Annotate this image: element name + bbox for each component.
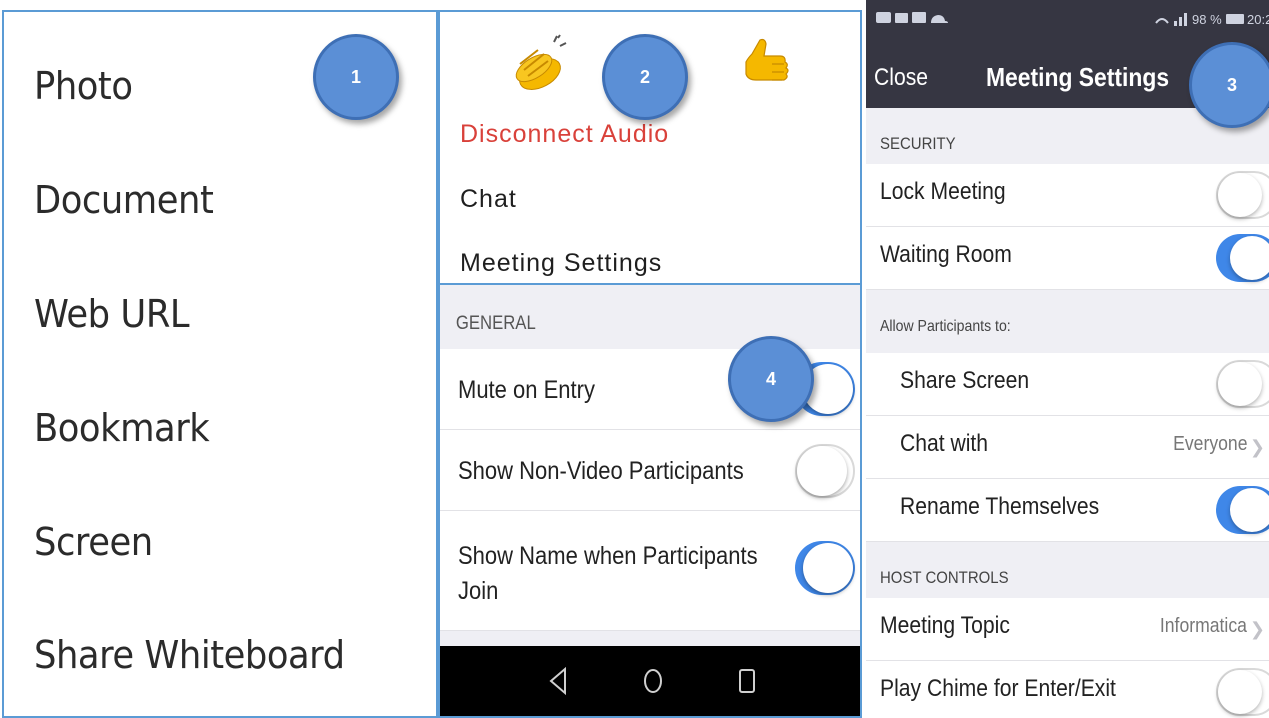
- thumbs-up-icon[interactable]: [732, 34, 792, 94]
- setting-label: Share Screen: [900, 367, 1030, 394]
- setting-label: Waiting Room: [880, 241, 1012, 268]
- callout-marker-4: 4: [728, 336, 814, 422]
- share-screen-toggle[interactable]: [1216, 360, 1269, 408]
- toggle-knob: [803, 543, 853, 593]
- battery-percentage: 98 %: [1192, 12, 1222, 27]
- share-bookmark-item[interactable]: Bookmark: [34, 406, 210, 450]
- close-button[interactable]: Close: [874, 64, 928, 92]
- allow-participants-header: Allow Participants to:: [880, 318, 1011, 335]
- chat-menu-item[interactable]: Chat: [460, 185, 517, 214]
- status-bar: 98 % 20:2: [866, 0, 1269, 40]
- setting-label: Rename Themselves: [900, 493, 1100, 520]
- share-whiteboard-item[interactable]: Share Whiteboard: [34, 633, 345, 677]
- setting-label-line1: Show Name when Participants: [458, 542, 758, 570]
- clapping-hands-icon[interactable]: [510, 34, 570, 94]
- toggle-knob: [797, 446, 847, 496]
- show-non-video-participants-toggle[interactable]: [795, 444, 855, 498]
- chat-with-value: Everyone: [1172, 433, 1247, 455]
- notification-icons: [876, 12, 948, 23]
- play-chime-toggle[interactable]: [1216, 668, 1269, 716]
- home-circle-icon[interactable]: [642, 666, 664, 696]
- setting-row-lock-meeting: Lock Meeting: [866, 164, 1269, 227]
- setting-label: Chat with: [900, 430, 989, 457]
- recents-square-icon[interactable]: [737, 666, 757, 696]
- signal-icon: [1155, 13, 1187, 26]
- toggle-knob: [1218, 670, 1262, 714]
- chevron-right-icon: ❯: [1249, 619, 1265, 639]
- setting-row-rename-themselves: Rename Themselves: [866, 479, 1269, 542]
- share-web-url-item[interactable]: Web URL: [34, 292, 190, 336]
- setting-row-meeting-topic[interactable]: Meeting Topic Informatica ❯: [866, 598, 1269, 661]
- setting-label: Meeting Topic: [880, 612, 1010, 639]
- toggle-knob: [1218, 173, 1262, 217]
- chevron-right-icon: ❯: [1249, 437, 1265, 457]
- setting-label: Play Chime for Enter/Exit: [880, 675, 1116, 702]
- share-photo-item[interactable]: Photo: [34, 64, 133, 108]
- setting-row-show-non-video: Show Non-Video Participants: [440, 430, 860, 511]
- disconnect-audio-item[interactable]: Disconnect Audio: [460, 120, 669, 149]
- setting-label: Mute on Entry: [458, 376, 595, 404]
- waiting-room-toggle[interactable]: [1216, 234, 1269, 282]
- android-navigation-bar: [440, 646, 860, 716]
- lock-meeting-toggle[interactable]: [1216, 171, 1269, 219]
- battery-icon: [1226, 14, 1244, 24]
- toggle-knob: [1218, 362, 1262, 406]
- callout-marker-3: 3: [1189, 42, 1269, 128]
- back-triangle-icon[interactable]: [548, 666, 568, 696]
- setting-label: Show Non-Video Participants: [458, 457, 744, 485]
- host-controls-section-header: HOST CONTROLS: [880, 568, 1009, 587]
- setting-row-waiting-room: Waiting Room: [866, 227, 1269, 290]
- toggle-knob: [1230, 236, 1269, 280]
- meeting-settings-menu-item[interactable]: Meeting Settings: [460, 249, 662, 278]
- general-section-header: GENERAL: [455, 313, 536, 334]
- clock-time: 20:2: [1247, 12, 1269, 27]
- callout-marker-2: 2: [602, 34, 688, 120]
- share-document-item[interactable]: Document: [34, 178, 214, 222]
- security-section-header: SECURITY: [880, 134, 956, 153]
- callout-marker-1: 1: [313, 34, 399, 120]
- setting-row-play-chime: Play Chime for Enter/Exit: [866, 661, 1269, 718]
- setting-row-show-name-on-join: Show Name when Participants Join: [440, 511, 860, 631]
- setting-label: Lock Meeting: [880, 178, 1006, 205]
- setting-row-share-screen: Share Screen: [866, 353, 1269, 416]
- share-screen-item[interactable]: Screen: [34, 520, 153, 564]
- page-title: Meeting Settings: [986, 62, 1170, 92]
- rename-themselves-toggle[interactable]: [1216, 486, 1269, 534]
- meeting-topic-value: Informatica: [1159, 615, 1247, 637]
- show-name-when-join-toggle[interactable]: [795, 541, 855, 595]
- setting-label-line2: Join: [458, 577, 499, 605]
- toggle-knob: [1230, 488, 1269, 532]
- setting-row-chat-with[interactable]: Chat with Everyone ❯: [866, 416, 1269, 479]
